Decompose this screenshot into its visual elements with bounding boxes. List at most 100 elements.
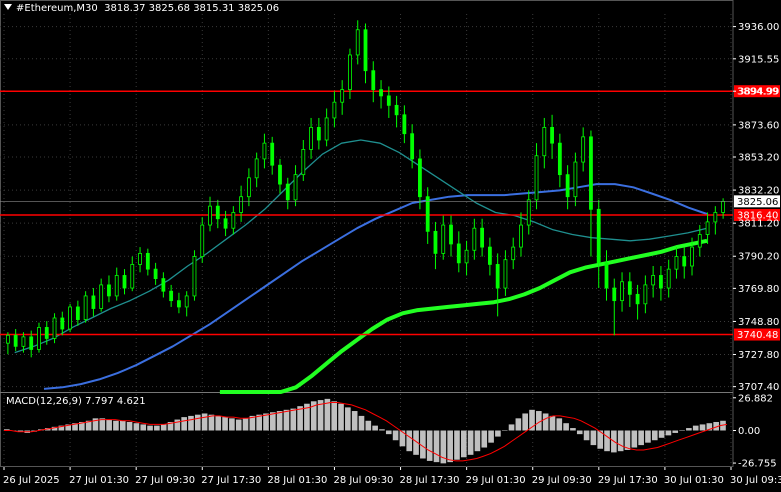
dropdown-triangle-icon[interactable]: [4, 4, 12, 10]
candle-body: [705, 221, 710, 235]
candle-body: [340, 89, 345, 103]
macd-histogram-bar: [215, 415, 222, 431]
macd-histogram-bar: [201, 413, 208, 431]
macd-tick-label: 0.00: [738, 426, 760, 437]
macd-histogram-bar: [331, 401, 338, 431]
candle-body: [177, 300, 181, 308]
candle-body: [37, 327, 41, 350]
candle-body: [122, 275, 127, 289]
candle-body: [246, 177, 251, 198]
time-tick-label: 30 Jul 09:30: [730, 475, 781, 486]
candle-body: [254, 158, 259, 179]
macd-histogram-bar: [208, 414, 215, 431]
macd-histogram-bar: [549, 415, 556, 431]
macd-histogram-bar: [372, 425, 378, 431]
candle-body: [379, 89, 383, 97]
time-tick-label: 28 Jul 01:30: [267, 475, 327, 486]
macd-label: MACD(12,26,9) 7.797 4.621: [6, 396, 146, 407]
macd-histogram-bar: [133, 423, 140, 431]
macd-histogram-bar: [522, 413, 528, 431]
time-tick-label: 27 Jul 09:30: [135, 475, 195, 486]
candle-body: [659, 275, 663, 289]
price-tick-label: 3894.99: [738, 87, 779, 98]
candle-body: [511, 246, 516, 261]
candle-body: [596, 208, 601, 264]
candle-body: [643, 284, 648, 305]
price-tick-label: 3707.40: [738, 382, 779, 393]
macd-histogram-bar: [481, 430, 488, 448]
candle-body: [472, 227, 477, 251]
macd-histogram-bar: [119, 420, 126, 431]
chart-canvas[interactable]: 3894.993816.403740.48 3936.003915.553894…: [0, 0, 781, 489]
candle-body: [620, 281, 624, 302]
candle-body: [526, 199, 531, 226]
macd-histogram-bar: [576, 430, 583, 435]
macd-histogram-bar: [194, 414, 201, 431]
candle-body: [557, 142, 562, 176]
time-tick-label: 28 Jul 17:30: [400, 475, 460, 486]
time-tick-label: 30 Jul 01:30: [664, 475, 724, 486]
macd-histogram-bar: [699, 424, 706, 431]
price-tick-label: 3873.60: [738, 120, 779, 131]
candle-body: [394, 104, 399, 116]
macd-histogram-bar: [686, 428, 692, 431]
macd-histogram-bar: [351, 411, 358, 431]
candle-body: [316, 127, 321, 141]
macd-histogram-bar: [495, 430, 501, 437]
price-tick-label: 3727.80: [738, 350, 779, 361]
candle-body: [690, 246, 694, 267]
candle-body: [5, 334, 10, 344]
candle-body: [542, 127, 547, 157]
candle-body: [674, 256, 679, 270]
macd-histogram-bar: [379, 429, 385, 431]
macd-histogram-bar: [276, 411, 283, 431]
candle-body: [262, 142, 267, 160]
price-tick-label: 3748.80: [738, 317, 779, 328]
macd-histogram-bar: [426, 430, 433, 461]
macd-histogram-bar: [433, 430, 440, 463]
macd-histogram-bar: [474, 430, 481, 452]
candle-body: [13, 334, 18, 347]
candle-body: [425, 196, 430, 232]
macd-histogram-bar: [508, 424, 515, 431]
current-price-label: 3825.06: [737, 197, 778, 208]
macd-histogram-bar: [590, 430, 597, 446]
candle-body: [402, 114, 407, 135]
candle-body: [192, 256, 197, 297]
time-tick-label: 29 Jul 01:30: [466, 475, 526, 486]
macd-tick-label: -26.755: [738, 459, 777, 470]
macd-histogram-bar: [460, 430, 467, 458]
price-tick-label: 3936.00: [738, 22, 779, 33]
candle-body: [161, 278, 166, 292]
candle-body: [604, 262, 609, 289]
candle-body: [21, 336, 26, 347]
candle-body: [589, 136, 593, 210]
candle-body: [666, 268, 671, 289]
time-tick-label: 29 Jul 17:30: [598, 475, 658, 486]
macd-panel: [4, 398, 728, 464]
candle-body: [223, 218, 228, 229]
candle-body: [410, 133, 415, 160]
macd-histogram-bar: [501, 430, 508, 431]
candle-body: [441, 224, 446, 254]
macd-histogram-bar: [338, 403, 344, 431]
time-tick-label: 28 Jul 09:30: [333, 475, 393, 486]
candle-body: [301, 149, 306, 176]
macd-histogram-bar: [385, 430, 392, 435]
macd-histogram-bar: [106, 419, 112, 431]
candle-body: [332, 101, 337, 119]
chart-window[interactable]: 3894.99 3816.40 3740.48 3936.00 3915.55 3894…: [0, 0, 781, 489]
macd-histogram-bar: [126, 421, 133, 431]
macd-histogram-bar: [263, 413, 269, 431]
candle-body: [480, 227, 485, 248]
candle-body: [278, 164, 282, 185]
macd-histogram-bar: [290, 408, 297, 431]
candle-body: [627, 281, 632, 295]
price-tick-label: 3832.20: [738, 186, 779, 197]
candle-body: [713, 212, 718, 223]
macd-histogram-bar: [160, 424, 167, 431]
macd-histogram-bar: [570, 428, 576, 431]
candle-body: [386, 95, 391, 106]
candle-body: [464, 249, 469, 264]
candle-body: [145, 252, 150, 270]
